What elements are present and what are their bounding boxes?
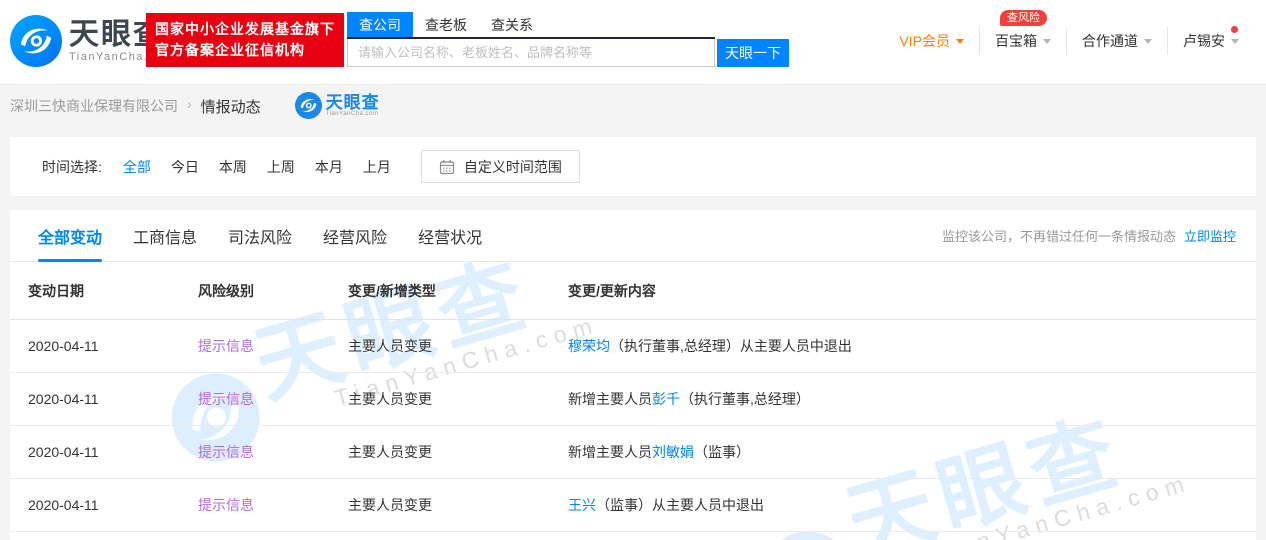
cell-risk-level: 提示信息 — [198, 495, 348, 515]
time-filter-label: 时间选择: — [42, 157, 102, 177]
person-link[interactable]: 彭千 — [652, 391, 680, 407]
cell-change-content: 穆荣均（执行董事,总经理）从主要人员中退出 — [568, 336, 1256, 356]
content-text: 新增主要人员 — [568, 391, 652, 407]
custom-time-range-button[interactable]: 自定义时间范围 — [421, 150, 580, 183]
breadcrumb-tianyancha-logo: 天眼查 TianYanCha.com — [295, 92, 380, 119]
brand-domain: TianYanCha.com — [326, 111, 380, 117]
tianyancha-swirl-icon — [10, 15, 62, 67]
site-header: 天眼查 TianYanCha.com 国家中小企业发展基金旗下 官方备案企业征信… — [0, 0, 1266, 85]
content-text: （执行董事,总经理）从主要人员中退出 — [610, 338, 852, 354]
official-slogan-banner: 国家中小企业发展基金旗下 官方备案企业征信机构 — [146, 13, 344, 67]
notification-dot — [1231, 26, 1238, 33]
header-nav-item-1[interactable]: 查风险百宝箱 — [979, 27, 1066, 55]
monitor-area: 监控该公司，不再错过任何一条情报动态 立即监控 — [942, 226, 1236, 245]
time-filter-card: 时间选择: 全部今日本周上周本月上月 自定义时间范围 — [10, 137, 1256, 196]
cell-date: 2020-04-11 — [28, 391, 198, 407]
category-tabs: 全部变动工商信息司法风险经营风险经营状况 — [38, 210, 513, 262]
content-text: （执行董事,总经理） — [680, 391, 810, 407]
tab-1[interactable]: 工商信息 — [133, 210, 197, 262]
content-text: 新增主要人员 — [568, 444, 652, 460]
header-nav-item-0[interactable]: VIP会员 — [884, 27, 979, 55]
time-option-2[interactable]: 本周 — [219, 157, 247, 177]
brand-name: 天眼查 — [326, 94, 380, 111]
nav-item-label: 合作通道 — [1082, 31, 1138, 51]
nav-item-label: 百宝箱 — [995, 31, 1037, 51]
search-tabs: 查公司查老板查关系 — [347, 12, 715, 39]
category-tabbar: 全部变动工商信息司法风险经营风险经营状况 监控该公司，不再错过任何一条情报动态 … — [10, 210, 1256, 262]
tianyancha-swirl-icon — [295, 92, 322, 119]
tab-2[interactable]: 司法风险 — [228, 210, 292, 262]
search-tab-2[interactable]: 查关系 — [479, 12, 545, 37]
column-header-1: 风险级别 — [198, 281, 348, 301]
custom-time-range-label: 自定义时间范围 — [464, 157, 562, 177]
table-row: 2020-04-11提示信息主要人员变更新增主要人员刘敏娟（监事） — [10, 426, 1256, 479]
tab-3[interactable]: 经营风险 — [323, 210, 387, 262]
chevron-down-icon — [1231, 39, 1239, 44]
search-tab-0[interactable]: 查公司 — [347, 12, 413, 37]
table-row: 2020-04-11提示信息主要人员变更穆荣均（执行董事,总经理）从主要人员中退… — [10, 320, 1256, 373]
table-body: 2020-04-11提示信息主要人员变更穆荣均（执行董事,总经理）从主要人员中退… — [10, 320, 1256, 532]
cell-change-content: 王兴（监事）从主要人员中退出 — [568, 495, 1256, 515]
column-header-3: 变更/更新内容 — [568, 281, 1256, 301]
chevron-down-icon — [956, 39, 964, 44]
cell-change-content: 新增主要人员彭千（执行董事,总经理） — [568, 389, 1256, 409]
risk-check-badge: 查风险 — [1000, 10, 1047, 26]
cell-date: 2020-04-11 — [28, 338, 198, 354]
cell-change-content: 新增主要人员刘敏娟（监事） — [568, 442, 1256, 462]
cell-change-type: 主要人员变更 — [348, 336, 568, 356]
content-text: （监事）从主要人员中退出 — [596, 497, 764, 513]
header-nav-item-3[interactable]: 卢锡安 — [1167, 27, 1254, 55]
monitor-now-link[interactable]: 立即监控 — [1184, 226, 1236, 245]
time-option-0[interactable]: 全部 — [123, 157, 151, 177]
search-button[interactable]: 天眼一下 — [717, 39, 789, 67]
cell-date: 2020-04-11 — [28, 497, 198, 513]
cell-date: 2020-04-11 — [28, 444, 198, 460]
person-link[interactable]: 刘敏娟 — [652, 444, 694, 460]
content-text: （监事） — [694, 444, 750, 460]
table-row: 2020-04-11提示信息主要人员变更王兴（监事）从主要人员中退出 — [10, 479, 1256, 532]
cell-change-type: 主要人员变更 — [348, 389, 568, 409]
search-input[interactable] — [347, 39, 715, 67]
breadcrumb: 深圳三快商业保理有限公司 › 情报动态 天眼查 TianYanCha.com — [0, 85, 1266, 137]
intel-feed-card: 天眼查 TianYanCha.com 天眼查 TianYanCha.com 全部… — [10, 210, 1256, 540]
slogan-line-2: 官方备案企业征信机构 — [155, 40, 335, 61]
cell-change-type: 主要人员变更 — [348, 495, 568, 515]
nav-item-label: VIP会员 — [899, 31, 950, 51]
monitor-hint: 监控该公司，不再错过任何一条情报动态 — [942, 226, 1176, 245]
time-option-1[interactable]: 今日 — [171, 157, 199, 177]
time-option-4[interactable]: 本月 — [315, 157, 343, 177]
person-link[interactable]: 穆荣均 — [568, 338, 610, 354]
time-option-3[interactable]: 上周 — [267, 157, 295, 177]
table-header-row: 变动日期风险级别变更/新增类型变更/更新内容 — [10, 262, 1256, 320]
chevron-down-icon — [1043, 39, 1051, 44]
cell-risk-level: 提示信息 — [198, 389, 348, 409]
column-header-2: 变更/新增类型 — [348, 281, 568, 301]
tab-0[interactable]: 全部变动 — [38, 210, 102, 262]
chevron-down-icon — [1144, 39, 1152, 44]
time-filter-options: 全部今日本周上周本月上月 — [123, 157, 411, 177]
breadcrumb-separator: › — [187, 96, 192, 112]
cell-risk-level: 提示信息 — [198, 442, 348, 462]
search-tab-1[interactable]: 查老板 — [413, 12, 479, 37]
person-link[interactable]: 王兴 — [568, 497, 596, 513]
slogan-line-1: 国家中小企业发展基金旗下 — [155, 19, 335, 40]
cell-change-type: 主要人员变更 — [348, 442, 568, 462]
header-nav: VIP会员 查风险百宝箱合作通道 卢锡安 — [884, 27, 1254, 55]
column-header-0: 变动日期 — [28, 281, 198, 301]
nav-item-label: 卢锡安 — [1183, 31, 1225, 51]
header-nav-item-2[interactable]: 合作通道 — [1066, 27, 1167, 55]
tab-4[interactable]: 经营状况 — [418, 210, 482, 262]
breadcrumb-current-page: 情报动态 — [201, 96, 261, 117]
cell-risk-level: 提示信息 — [198, 336, 348, 356]
header-search: 查公司查老板查关系 天眼一下 — [347, 12, 789, 67]
breadcrumb-company-link[interactable]: 深圳三快商业保理有限公司 — [10, 96, 178, 116]
time-option-5[interactable]: 上月 — [363, 157, 391, 177]
table-row: 2020-04-11提示信息主要人员变更新增主要人员彭千（执行董事,总经理） — [10, 373, 1256, 426]
calendar-icon — [439, 159, 455, 175]
